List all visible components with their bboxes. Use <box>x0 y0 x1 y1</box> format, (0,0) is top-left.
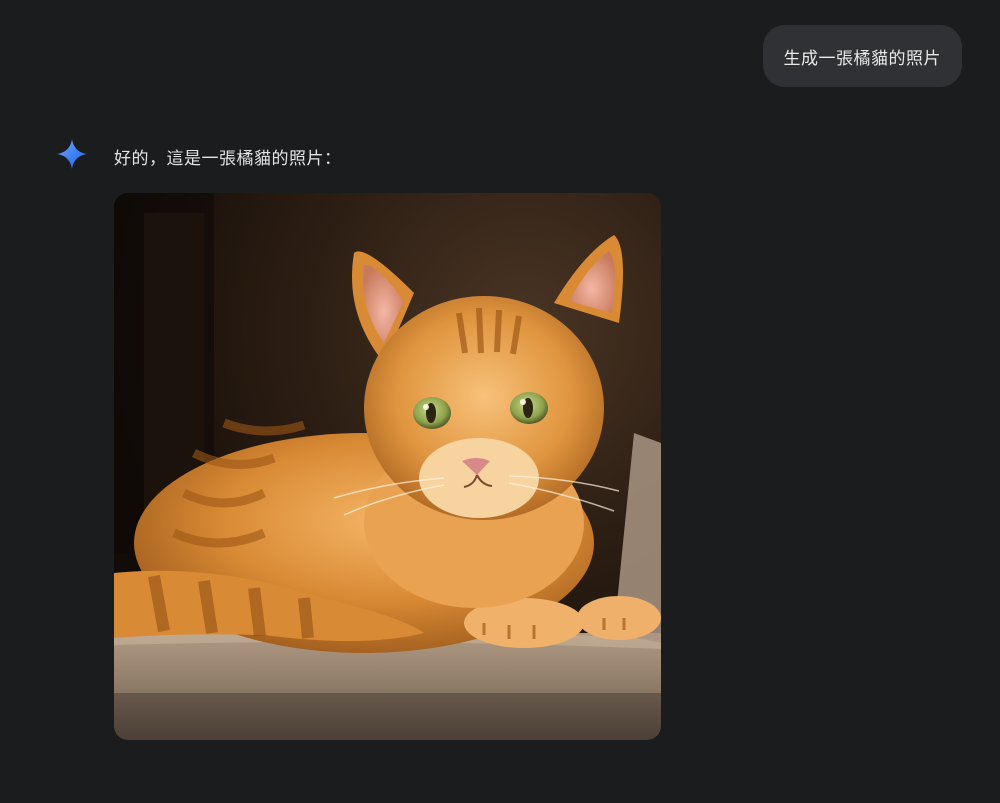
gemini-sparkle-icon <box>56 138 88 170</box>
user-message-bubble: 生成一張橘貓的照片 <box>762 25 962 87</box>
assistant-message-text: 好的，這是一張橘貓的照片： <box>114 149 342 169</box>
orange-cat-photo-icon <box>114 193 661 740</box>
generated-cat-image[interactable] <box>114 193 661 740</box>
user-message-text: 生成一張橘貓的照片 <box>783 48 941 69</box>
